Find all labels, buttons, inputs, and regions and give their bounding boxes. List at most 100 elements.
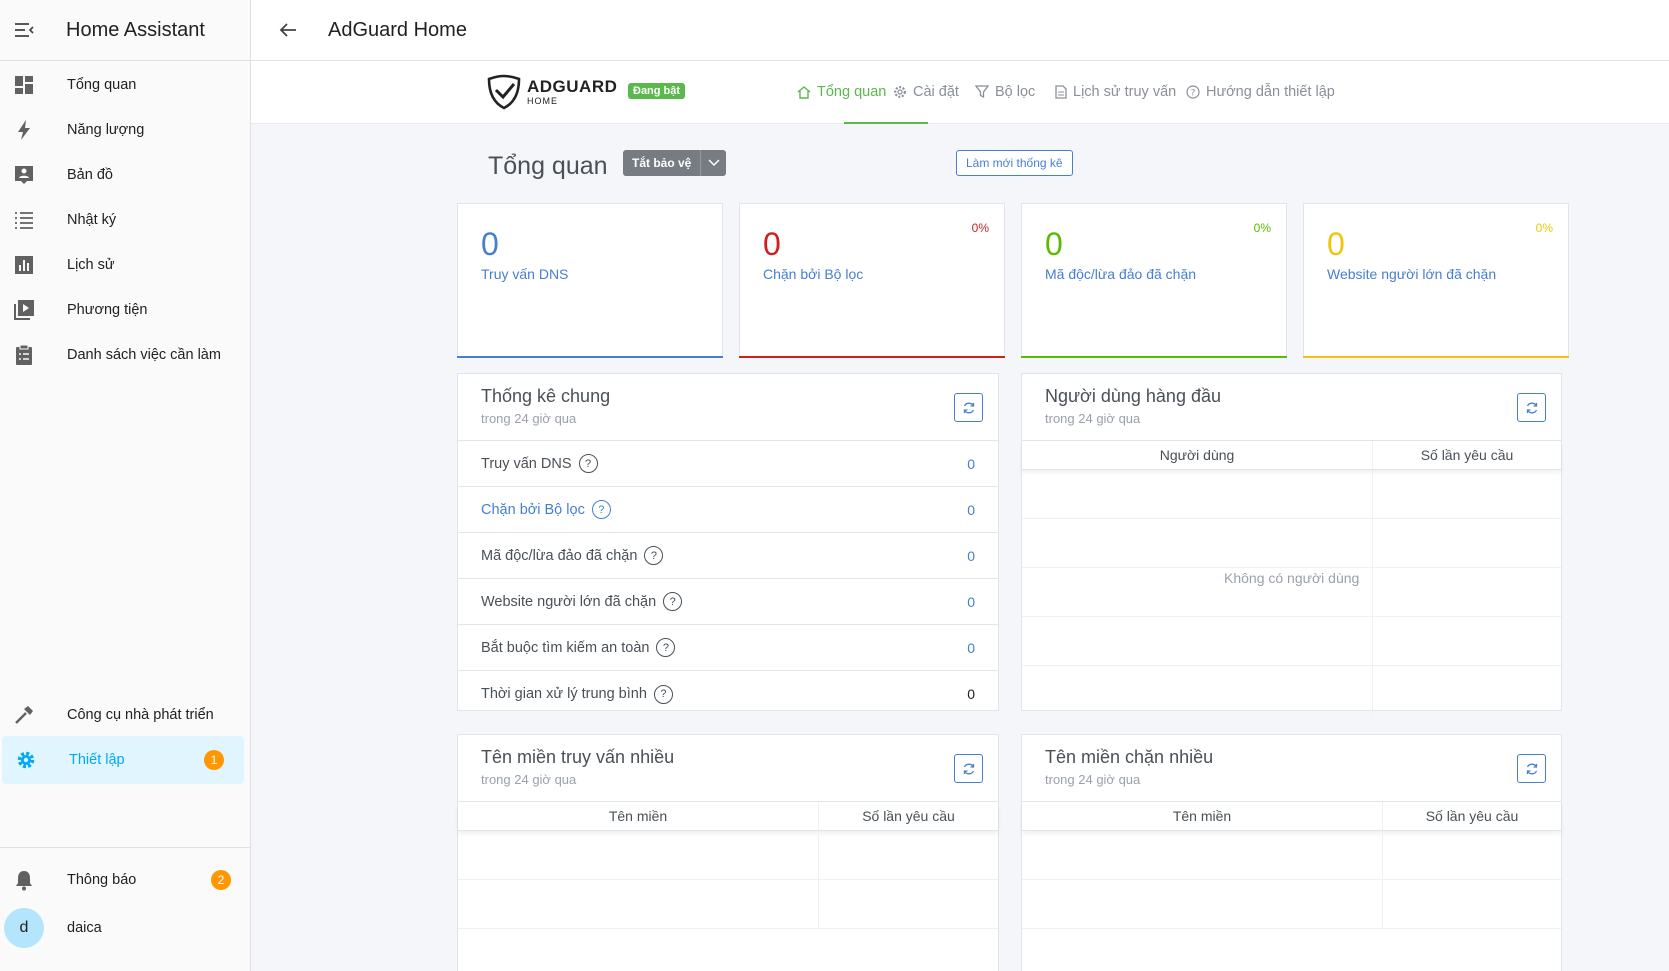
column-header-requests[interactable]: Số lần yêu cầu: [1382, 802, 1561, 830]
top-queried-domains-card: Tên miền truy vấn nhiều trong 24 giờ qua…: [457, 734, 999, 971]
card-title: Thống kê chung: [481, 386, 611, 406]
help-icon[interactable]: ?: [656, 638, 676, 657]
stat-bar: [739, 356, 1005, 358]
clipboard-icon: [12, 343, 36, 367]
sidebar-item-settings[interactable]: Thiết lập 1: [2, 736, 244, 784]
row-value: 0: [967, 455, 975, 472]
row-label[interactable]: Chặn bởi Bộ lọc: [481, 502, 585, 518]
menu-collapse-icon[interactable]: [12, 18, 36, 42]
stat-row-blocked-filters[interactable]: Chặn bởi Bộ lọc ? 0: [458, 487, 998, 533]
stat-row-dns-queries: Truy vấn DNS ? 0: [458, 441, 998, 487]
stat-value: 0: [763, 226, 781, 262]
row-label: Thời gian xử lý trung bình: [481, 686, 647, 702]
sidebar-item-media[interactable]: Phương tiện: [0, 286, 251, 334]
stat-row-safe-search: Bắt buộc tìm kiếm an toàn ? 0: [458, 625, 998, 671]
card-subtitle: trong 24 giờ qua: [1045, 411, 1141, 426]
refresh-icon[interactable]: [954, 393, 983, 422]
sidebar-item-dev-tools[interactable]: Công cụ nhà phát triển: [0, 691, 251, 739]
row-label: Mã độc/lừa đảo đã chặn: [481, 547, 638, 564]
sidebar-item-notifications[interactable]: Thông báo 2: [0, 856, 251, 904]
gear-icon: [14, 748, 38, 772]
row-value: 0: [967, 501, 975, 518]
help-icon[interactable]: ?: [578, 454, 598, 473]
tab-settings[interactable]: Cài đặt: [893, 84, 959, 100]
adguard-logo[interactable]: ADGUARD HOME: [487, 74, 617, 110]
column-header-domain[interactable]: Tên miền: [1022, 802, 1382, 830]
bell-icon: [12, 868, 36, 892]
top-clients-card: Người dùng hàng đầu trong 24 giờ qua Ngư…: [1021, 373, 1562, 715]
document-icon: [1055, 85, 1067, 99]
disable-protection-button[interactable]: Tắt bảo vệ: [623, 150, 701, 176]
tab-setup-guide[interactable]: ? Hướng dẫn thiết lập: [1186, 84, 1335, 100]
help-icon[interactable]: ?: [644, 546, 664, 565]
app-title: Home Assistant: [66, 18, 205, 41]
user-name: daica: [67, 920, 102, 936]
stat-bar: [1021, 356, 1287, 358]
refresh-icon[interactable]: [1517, 754, 1546, 783]
top-blocked-domains-card: Tên miền chặn nhiều trong 24 giờ qua Tên…: [1021, 734, 1562, 971]
sidebar-divider: [0, 847, 250, 848]
card-title: Tên miền chặn nhiều: [1045, 747, 1214, 767]
home-icon: [797, 85, 811, 99]
table-header: Tên miền Số lần yêu cầu: [1022, 802, 1561, 831]
row-label: Website người lớn đã chặn: [481, 593, 657, 610]
empty-message: Không có người dùng: [1224, 570, 1360, 586]
sidebar-item-label: Lịch sử: [67, 257, 115, 273]
refresh-stats-button[interactable]: Làm mới thống kê: [956, 150, 1073, 176]
card-subtitle: trong 24 giờ qua: [481, 411, 577, 426]
tab-label: Hướng dẫn thiết lập: [1206, 84, 1335, 100]
help-icon[interactable]: ?: [663, 592, 683, 611]
sidebar-item-label: Công cụ nhà phát triển: [67, 707, 214, 723]
gear-icon: [893, 85, 907, 99]
sidebar-item-label: Danh sách việc cần làm: [67, 347, 221, 363]
card-title: Tên miền truy vấn nhiều: [481, 747, 675, 767]
column-header-domain[interactable]: Tên miền: [458, 802, 818, 830]
adguard-panel: ADGUARD HOME Đang bật Tổng quan Cài đặt …: [251, 61, 1669, 971]
stat-card-dns-queries: 0 Truy vấn DNS: [457, 203, 723, 358]
tab-label: Cài đặt: [913, 84, 959, 100]
sidebar-item-todo[interactable]: Danh sách việc cần làm: [0, 331, 251, 379]
sidebar: Home Assistant Tổng quan Năng lượng Bản …: [0, 0, 251, 971]
tab-filters[interactable]: Bộ lọc: [975, 84, 1035, 100]
column-header-requests[interactable]: Số lần yêu cầu: [1372, 441, 1561, 469]
sidebar-item-label: Phương tiện: [67, 302, 148, 318]
help-icon[interactable]: ?: [591, 500, 611, 519]
chevron-down-icon[interactable]: [700, 150, 727, 176]
adguard-nav: ADGUARD HOME Đang bật Tổng quan Cài đặt …: [251, 61, 1669, 124]
tab-overview[interactable]: Tổng quan: [797, 84, 886, 100]
stat-bar: [1303, 356, 1569, 358]
adguard-shield-icon: [487, 74, 521, 110]
logbook-icon: [12, 208, 36, 232]
refresh-icon[interactable]: [954, 754, 983, 783]
svg-text:?: ?: [1191, 89, 1196, 99]
stat-label: Truy vấn DNS: [481, 266, 569, 282]
sidebar-item-overview[interactable]: Tổng quan: [0, 61, 251, 109]
stat-label: Chặn bởi Bộ lọc: [763, 266, 864, 282]
stat-card-blocked-filters: 0 Chặn bởi Bộ lọc 0%: [739, 203, 1005, 358]
column-header-client[interactable]: Người dùng: [1022, 441, 1372, 469]
filter-icon: [975, 85, 989, 99]
sidebar-item-logbook[interactable]: Nhật ký: [0, 196, 251, 244]
stat-percent: 0%: [1535, 221, 1553, 235]
top-bar: AdGuard Home: [251, 0, 1669, 61]
sidebar-item-user[interactable]: d daica: [0, 904, 251, 952]
lightning-icon: [12, 118, 36, 142]
tab-label: Tổng quan: [817, 84, 887, 100]
column-header-requests[interactable]: Số lần yêu cầu: [818, 802, 998, 830]
sidebar-item-map[interactable]: Bản đồ: [0, 151, 251, 199]
stat-percent: 0%: [971, 221, 989, 235]
refresh-icon[interactable]: [1517, 393, 1546, 422]
sidebar-item-history[interactable]: Lịch sử: [0, 241, 251, 289]
sidebar-item-energy[interactable]: Năng lượng: [0, 106, 251, 154]
stat-row-adult: Website người lớn đã chặn ? 0: [458, 579, 998, 625]
tab-query-log[interactable]: Lịch sử truy vấn: [1055, 84, 1176, 100]
chart-icon: [12, 253, 36, 277]
help-icon[interactable]: ?: [653, 684, 673, 704]
hammer-icon: [12, 703, 36, 727]
row-value: 0: [967, 686, 975, 702]
row-value: 0: [967, 547, 975, 564]
map-icon: [12, 163, 36, 187]
protection-status-badge: Đang bật: [628, 83, 686, 99]
stat-card-adult: 0 Website người lớn đã chặn 0%: [1303, 203, 1569, 358]
back-arrow-icon[interactable]: [276, 18, 300, 42]
